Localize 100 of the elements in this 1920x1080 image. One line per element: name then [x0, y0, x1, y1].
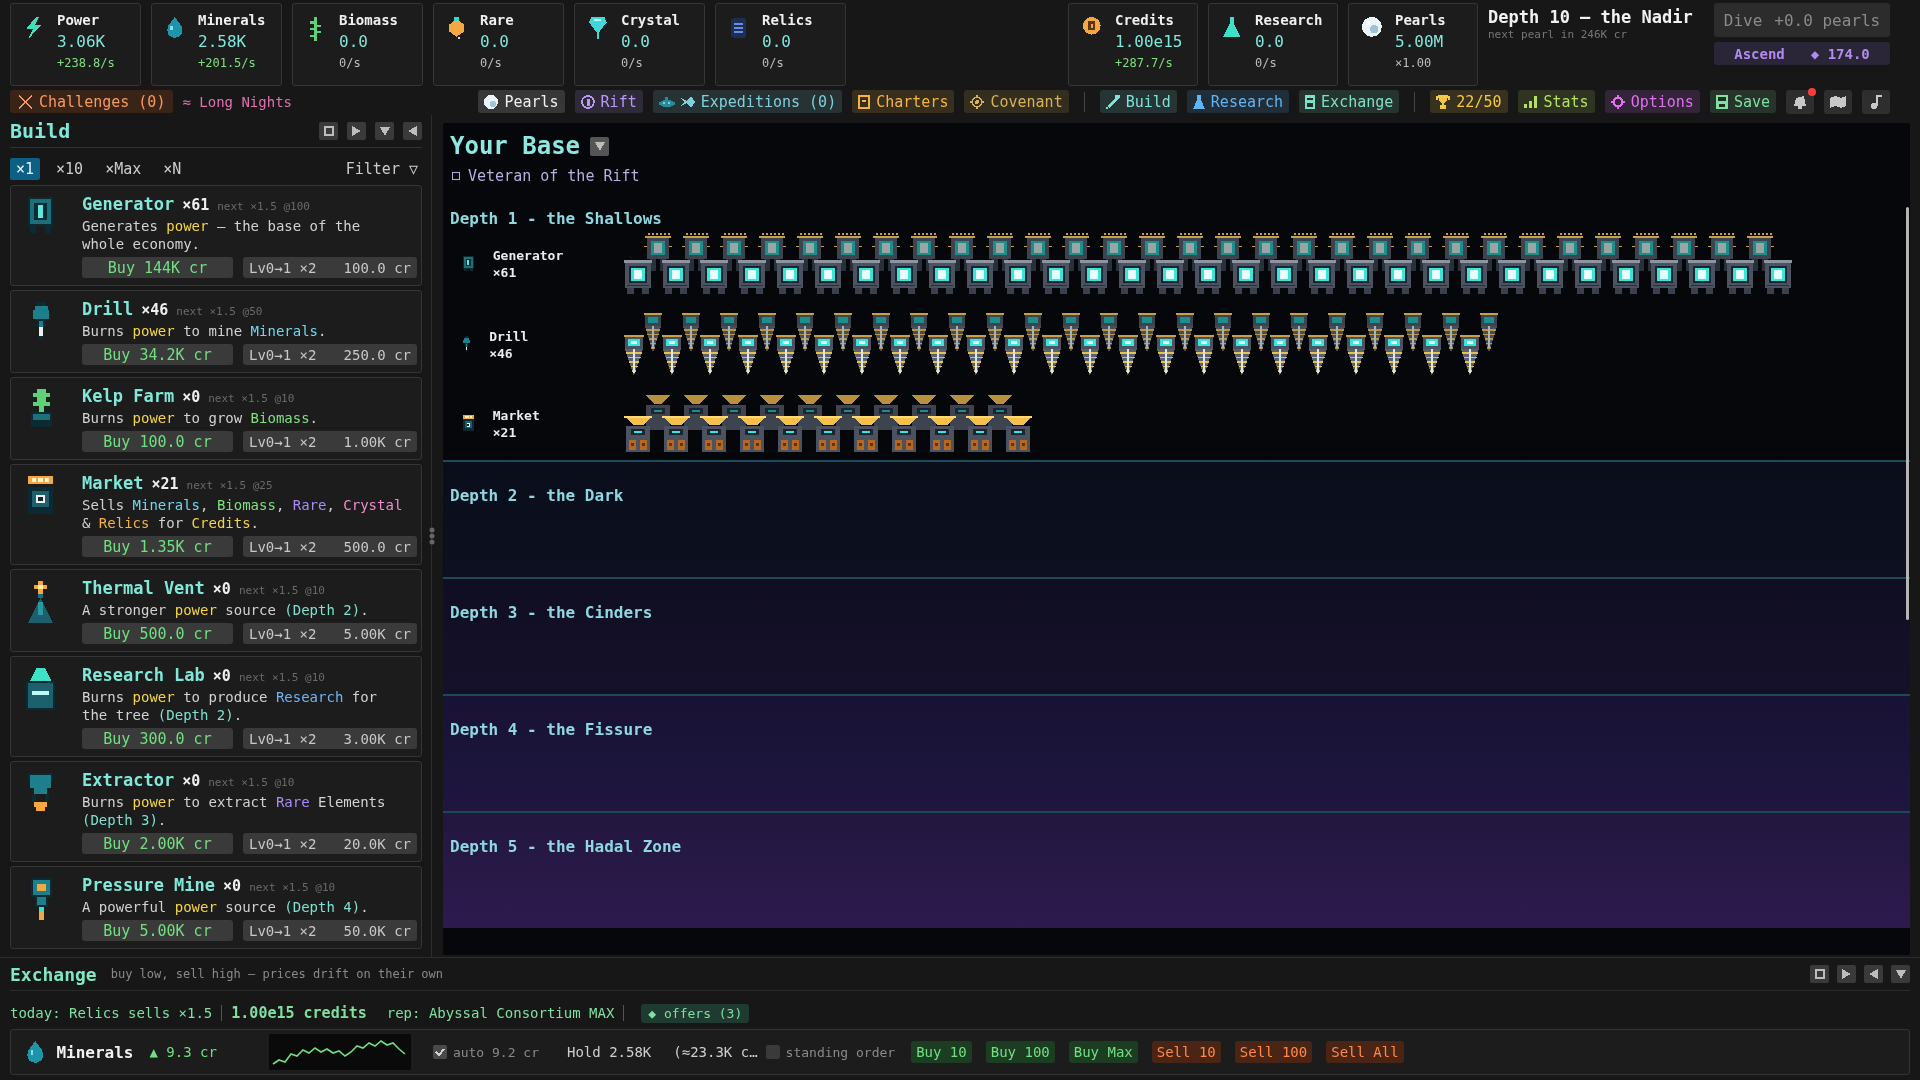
upgrade-button[interactable]: Lv0→1 ×2 50.0K cr: [243, 920, 417, 941]
square-icon: [452, 172, 460, 180]
generator-icon: [1536, 260, 1564, 294]
nav-button[interactable]: Expeditions (0): [652, 90, 843, 113]
buy-button[interactable]: Buy 500.0 cr: [82, 623, 233, 644]
resource-rate: +201.5/s: [198, 55, 257, 71]
nav-button[interactable]: Options: [1604, 90, 1700, 113]
drill-icon: [1062, 313, 1080, 353]
panel-button[interactable]: [1864, 965, 1883, 983]
panel-button[interactable]: [1810, 965, 1829, 983]
resource-name: Crystal: [621, 11, 680, 29]
drill-icon: [1442, 313, 1460, 353]
buy-button[interactable]: Buy 10: [911, 1041, 972, 1063]
tool-button[interactable]: [1824, 89, 1852, 114]
buy-button[interactable]: Buy 1.35K cr: [82, 536, 233, 557]
sell-button[interactable]: Sell 100: [1234, 1041, 1313, 1063]
market-icon: [814, 416, 842, 452]
buy-button[interactable]: Buy 2.00K cr: [82, 833, 233, 854]
buy-button[interactable]: Buy 100: [985, 1041, 1055, 1063]
nav-button[interactable]: Research: [1186, 90, 1290, 113]
next-pearl-note: next pearl in 246K cr: [1488, 27, 1629, 43]
panel-button[interactable]: [1891, 965, 1910, 983]
thermal-vent-icon: [28, 581, 54, 623]
upgrade-button[interactable]: Lv0→1 ×2 250.0 cr: [243, 344, 417, 365]
generator-icon: [1308, 260, 1336, 294]
nav-button[interactable]: Pearls: [478, 90, 565, 113]
next-bonus: next ×1.5 @10: [249, 881, 336, 894]
nav-button[interactable]: Charters: [852, 90, 955, 113]
upgrade-button[interactable]: Lv0→1 ×2 100.0 cr: [243, 257, 417, 278]
building-count: ×46: [141, 301, 169, 319]
building-name: Drill: [82, 299, 134, 319]
nav-button[interactable]: Stats: [1517, 90, 1595, 113]
generator-icon: [1232, 260, 1260, 294]
nav-button[interactable]: Rift: [574, 90, 643, 113]
building-count: ×46: [489, 344, 514, 362]
panel-button[interactable]: [1837, 965, 1856, 983]
filter-button[interactable]: Filter ▽: [341, 160, 422, 178]
drill-icon: [1232, 335, 1252, 376]
auto-checkbox[interactable]: [432, 1045, 447, 1059]
panel-button[interactable]: [403, 122, 422, 140]
panel-button[interactable]: [375, 122, 394, 140]
buy-button[interactable]: Buy 34.2K cr: [82, 344, 233, 365]
pearl-icon: [1362, 17, 1382, 37]
upgrade-button[interactable]: Lv0→1 ×2 1.00K cr: [243, 431, 417, 452]
multiplier-tab[interactable]: ×Max: [99, 158, 148, 180]
panel-button[interactable]: [347, 122, 366, 140]
nav-button[interactable]: 22/50: [1430, 90, 1508, 113]
drill-icon: [700, 335, 720, 376]
reputation-label: rep: Abyssal Consortium MAX: [386, 1005, 615, 1021]
depth-heading: Depth 4 - the Fissure: [450, 720, 653, 740]
checkmark-icon: [434, 1048, 445, 1056]
nav-button[interactable]: Exchange: [1299, 90, 1400, 113]
multiplier-tab[interactable]: ×N: [157, 158, 188, 180]
multiplier-tab[interactable]: ×10: [50, 158, 90, 180]
nav-button[interactable]: Covenant: [964, 90, 1069, 113]
crossed-swords-icon: [18, 94, 32, 109]
generator-icon: [1004, 260, 1032, 294]
resource-value: 0.0: [621, 32, 651, 52]
buy-button[interactable]: Buy 100.0 cr: [82, 431, 233, 452]
upgrade-button[interactable]: Lv0→1 ×2 3.00K cr: [243, 728, 417, 749]
multiplier-tab[interactable]: ×1: [10, 158, 41, 180]
generator-icon: [1042, 260, 1070, 294]
research-lab-icon: [26, 668, 56, 710]
buy-button[interactable]: Buy Max: [1068, 1041, 1138, 1063]
scrollbar-thumb[interactable]: [1906, 207, 1909, 620]
building-description: Burns power to extract Rare Elements (Depth 3).: [82, 793, 387, 829]
standing-order-checkbox[interactable]: [765, 1045, 780, 1059]
building-name: Extractor: [82, 770, 175, 790]
buy-button[interactable]: Buy 144K cr: [82, 257, 233, 278]
flask-icon: [1192, 94, 1205, 109]
drill-icon: [1176, 313, 1194, 353]
buy-button[interactable]: Buy 300.0 cr: [82, 728, 233, 749]
market-icon: [700, 416, 728, 452]
tool-button[interactable]: [1862, 89, 1890, 114]
drill-icon: [1290, 313, 1308, 353]
resource-name: Power: [57, 11, 101, 29]
tool-button[interactable]: [1786, 89, 1814, 114]
ascend-button[interactable]: Ascend ◆ 174.0: [1714, 42, 1890, 65]
panel-button[interactable]: [319, 122, 338, 140]
building-description: A stronger power source (Depth 2).: [82, 601, 370, 619]
drill-icon: [1004, 335, 1024, 376]
upgrade-button[interactable]: Lv0→1 ×2 500.0 cr: [243, 536, 417, 557]
dropdown-button[interactable]: [590, 136, 610, 156]
nav-button[interactable]: Save: [1709, 90, 1776, 113]
upgrade-button[interactable]: Lv0→1 ×2 5.00K cr: [243, 623, 417, 644]
sell-button[interactable]: Sell 10: [1151, 1041, 1221, 1063]
nav-button[interactable]: Build: [1099, 90, 1177, 113]
pearl-icon: [484, 94, 499, 109]
resource-value: 1.00e15: [1115, 32, 1183, 52]
offers-button[interactable]: ◆ offers (3): [641, 1003, 750, 1023]
upgrade-button[interactable]: Lv0→1 ×2 20.0K cr: [243, 833, 417, 854]
building-description: Burns power to produce Research for the tree (Depth 2).: [82, 688, 379, 724]
resize-grip-icon[interactable]: [429, 527, 435, 545]
drill-icon: [796, 313, 814, 353]
buy-button[interactable]: Buy 5.00K cr: [82, 920, 233, 941]
sell-button[interactable]: Sell All: [1326, 1041, 1404, 1063]
wrench-icon: [1105, 94, 1120, 109]
challenges-button[interactable]: Challenges (0): [10, 90, 174, 113]
drill-icon: [966, 335, 986, 376]
rank-title: Veteran of the Rift: [468, 167, 640, 185]
